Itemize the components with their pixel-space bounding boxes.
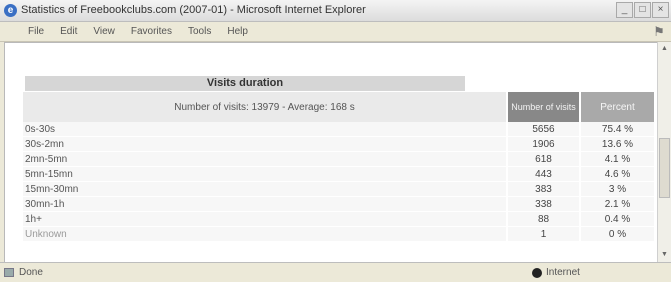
table-row: 1h+ 88 0.4 % [23, 211, 654, 227]
visits-percent: 13.6 % [579, 136, 654, 152]
title-bar: e Statistics of Freebookclubs.com (2007-… [0, 0, 671, 22]
visits-percent: 4.1 % [579, 151, 654, 167]
visits-percent: 2.1 % [579, 196, 654, 212]
duration-label: 5mn-15mn [23, 166, 507, 182]
duration-label: 15mn-30mn [23, 181, 507, 197]
table-row: 2mn-5mn 618 4.1 % [23, 151, 654, 167]
minimize-button[interactable]: _ [616, 2, 633, 18]
section-title: Visits duration [25, 76, 465, 91]
table-row: 30mn-1h 338 2.1 % [23, 196, 654, 212]
menu-favorites[interactable]: Favorites [131, 26, 172, 37]
table-header: Number of visits: 13979 - Average: 168 s… [23, 92, 654, 122]
duration-label: 0s-30s [23, 122, 507, 137]
table-row: 30s-2mn 1906 13.6 % [23, 136, 654, 152]
visits-summary: Number of visits: 13979 - Average: 168 s [23, 92, 507, 122]
visits-percent: 3 % [579, 181, 654, 197]
menu-view[interactable]: View [93, 26, 115, 37]
table-row: Unknown 1 0 % [23, 226, 654, 242]
globe-icon [532, 267, 542, 278]
status-bar: Done Internet [0, 262, 671, 282]
maximize-button[interactable]: □ [634, 2, 651, 18]
duration-label: 30s-2mn [23, 136, 507, 152]
window-title: Statistics of Freebookclubs.com (2007-01… [21, 4, 366, 16]
column-header-percent: Percent [579, 92, 654, 122]
page-icon [4, 268, 14, 277]
menu-file[interactable]: File [28, 26, 44, 37]
visits-percent: 0.4 % [579, 211, 654, 227]
vertical-scrollbar[interactable]: ▲ ▼ [657, 42, 671, 262]
visits-percent: 75.4 % [579, 122, 654, 137]
visits-count: 338 [506, 196, 580, 212]
menu-tools[interactable]: Tools [188, 26, 211, 37]
duration-label: 1h+ [23, 211, 507, 227]
visits-count: 618 [506, 151, 580, 167]
table-row: 15mn-30mn 383 3 % [23, 181, 654, 197]
zone-label: Internet [546, 267, 580, 278]
scroll-thumb[interactable] [659, 138, 670, 198]
table-row: 5mn-15mn 443 4.6 % [23, 166, 654, 182]
menu-edit[interactable]: Edit [60, 26, 77, 37]
table-row: 0s-30s 5656 75.4 % [23, 122, 654, 137]
visits-count: 1 [506, 226, 580, 242]
visits-count: 443 [506, 166, 580, 182]
scroll-down-icon[interactable]: ▼ [658, 248, 671, 262]
close-button[interactable]: × [652, 2, 669, 18]
security-zone: Internet [532, 267, 580, 278]
visits-count: 1906 [506, 136, 580, 152]
visits-count: 88 [506, 211, 580, 227]
page-viewport: Visits duration Number of visits: 13979 … [4, 42, 657, 262]
visits-count: 383 [506, 181, 580, 197]
duration-label: 2mn-5mn [23, 151, 507, 167]
visits-duration-table: Number of visits: 13979 - Average: 168 s… [23, 92, 654, 242]
window-controls: _ □ × [616, 2, 669, 18]
status-text: Done [19, 267, 43, 278]
visits-percent: 0 % [579, 226, 654, 242]
column-header-visits: Number of visits [506, 92, 580, 122]
visits-count: 5656 [506, 122, 580, 137]
windows-logo-icon: ⚑ [653, 24, 665, 39]
menu-help[interactable]: Help [227, 26, 248, 37]
scroll-up-icon[interactable]: ▲ [658, 42, 671, 56]
duration-label: Unknown [23, 226, 507, 242]
duration-label: 30mn-1h [23, 196, 507, 212]
ie-window-icon: e [4, 4, 17, 17]
menu-bar: File Edit View Favorites Tools Help ⚑ [0, 22, 671, 42]
visits-percent: 4.6 % [579, 166, 654, 182]
